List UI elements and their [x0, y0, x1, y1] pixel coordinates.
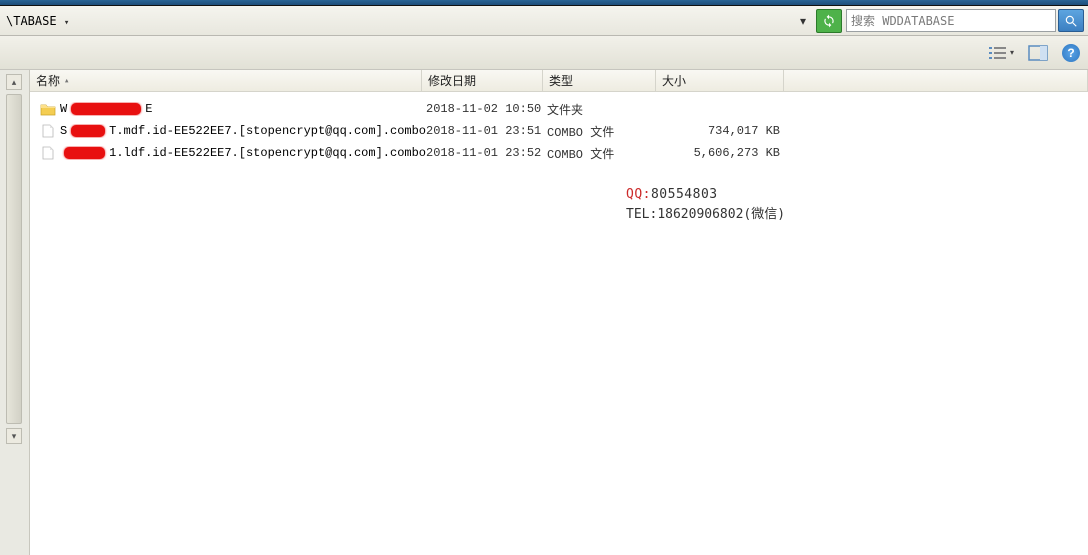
column-date[interactable]: 修改日期 — [422, 70, 543, 91]
column-name-label: 名称 — [36, 72, 60, 89]
toolbar: ▾ ? — [0, 36, 1088, 70]
redacted-text — [71, 125, 105, 137]
file-rows: WE2018-11-02 10:50文件夹ST.mdf.id-EE522EE7.… — [30, 92, 1088, 555]
search-icon — [1064, 14, 1078, 28]
file-size-cell: 734,017 KB — [660, 124, 788, 138]
view-options-button[interactable]: ▾ — [988, 45, 1014, 61]
main-area: ▴ ▾ 名称 ▴ 修改日期 类型 大小 WE2018-11-02 10:50文件… — [0, 70, 1088, 555]
search-placeholder: 搜索 WDDATABASE — [851, 12, 954, 29]
pane-icon — [1028, 45, 1048, 61]
column-size-label: 大小 — [662, 72, 686, 89]
column-headers: 名称 ▴ 修改日期 类型 大小 — [30, 70, 1088, 92]
list-view-icon — [988, 45, 1008, 61]
file-name-prefix: S — [60, 124, 67, 138]
column-date-label: 修改日期 — [428, 72, 476, 89]
help-icon: ? — [1067, 46, 1074, 60]
column-name[interactable]: 名称 ▴ — [30, 70, 422, 91]
help-button[interactable]: ? — [1062, 44, 1080, 62]
chevron-down-icon[interactable]: ▾ — [64, 18, 69, 28]
sort-indicator-icon: ▴ — [64, 76, 69, 86]
file-type-cell: COMBO 文件 — [547, 123, 660, 140]
address-dropdown-icon[interactable]: ▾ — [794, 10, 812, 32]
column-size[interactable]: 大小 — [656, 70, 784, 91]
breadcrumb[interactable]: \TABASE ▾ — [4, 14, 75, 28]
scroll-down-button[interactable]: ▾ — [6, 428, 22, 444]
nav-gutter: ▴ ▾ — [0, 70, 30, 555]
refresh-button[interactable] — [816, 9, 842, 33]
chevron-down-icon: ▾ — [1010, 48, 1014, 57]
scrollbar-thumb[interactable] — [6, 94, 22, 424]
file-type-cell: 文件夹 — [547, 101, 660, 118]
breadcrumb-label: \TABASE — [6, 14, 57, 28]
table-row[interactable]: 1.ldf.id-EE522EE7.[stopencrypt@qq.com].c… — [30, 142, 1088, 164]
file-name-cell: 1.ldf.id-EE522EE7.[stopencrypt@qq.com].c… — [40, 146, 426, 160]
file-name-cell: S T.mdf.id-EE522EE7.[stopencrypt@qq.com].… — [40, 124, 426, 138]
file-name-suffix: T.mdf.id-EE522EE7.[stopencrypt@qq.com].c… — [109, 124, 426, 138]
file-name-suffix: E — [145, 102, 152, 116]
redacted-text — [64, 147, 105, 159]
address-bar: \TABASE ▾ ▾ 搜索 WDDATABASE — [0, 6, 1088, 36]
folder-icon — [40, 102, 56, 116]
file-list-pane: 名称 ▴ 修改日期 类型 大小 WE2018-11-02 10:50文件夹ST.… — [30, 70, 1088, 555]
column-type[interactable]: 类型 — [543, 70, 656, 91]
table-row[interactable]: WE2018-11-02 10:50文件夹 — [30, 98, 1088, 120]
file-date-cell: 2018-11-01 23:52 — [426, 146, 547, 160]
column-extra[interactable] — [784, 70, 1088, 91]
file-size-cell: 5,606,273 KB — [660, 146, 788, 160]
redacted-text — [71, 103, 141, 115]
preview-pane-button[interactable] — [1028, 45, 1048, 61]
search-button[interactable] — [1058, 9, 1084, 32]
refresh-icon — [822, 14, 836, 28]
column-type-label: 类型 — [549, 72, 573, 89]
file-name-prefix: W — [60, 102, 67, 116]
file-icon — [40, 124, 56, 138]
file-icon — [40, 146, 56, 160]
file-date-cell: 2018-11-01 23:51 — [426, 124, 547, 138]
file-date-cell: 2018-11-02 10:50 — [426, 102, 547, 116]
scroll-up-button[interactable]: ▴ — [6, 74, 22, 90]
table-row[interactable]: S T.mdf.id-EE522EE7.[stopencrypt@qq.com].… — [30, 120, 1088, 142]
file-name-suffix: 1.ldf.id-EE522EE7.[stopencrypt@qq.com].c… — [109, 146, 426, 160]
file-name-cell: WE — [40, 102, 426, 116]
search-input[interactable]: 搜索 WDDATABASE — [846, 9, 1056, 32]
file-type-cell: COMBO 文件 — [547, 145, 660, 162]
